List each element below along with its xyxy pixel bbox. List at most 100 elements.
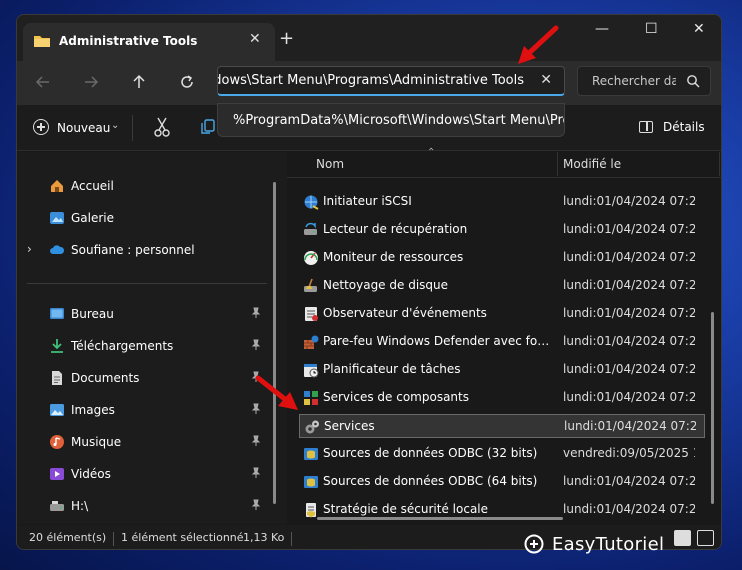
- table-row[interactable]: Moniteur de ressources lundi:01/04/2024 …: [299, 246, 705, 270]
- sidebar-item-label: Documents: [71, 371, 140, 385]
- table-row[interactable]: Services de composants lundi:01/04/2024 …: [299, 386, 705, 410]
- file-name: Lecteur de récupération: [323, 222, 468, 236]
- sidebar-item-musique[interactable]: Musique: [17, 430, 285, 454]
- sidebar-item-images[interactable]: Images: [17, 398, 285, 422]
- suggestion-text: %ProgramData%\Microsoft\Windows\Start Me…: [233, 113, 564, 128]
- maximize-button[interactable]: ☐: [645, 21, 658, 37]
- sidebar-item-bureau[interactable]: Bureau: [17, 302, 285, 326]
- pin-icon[interactable]: [251, 339, 261, 351]
- address-input[interactable]: dows\Start Menu\Programs\Administrative …: [218, 73, 524, 88]
- search-input[interactable]: Rechercher dans Administrative Tools: [592, 74, 676, 88]
- file-date: lundi:01/04/2024 07:22: [563, 278, 695, 292]
- sidebar-scrollbar[interactable]: [273, 182, 276, 504]
- status-divider: [291, 532, 292, 546]
- column-headers: ⌃ Nom Modifié le: [287, 147, 721, 178]
- address-suggestion[interactable]: %ProgramData%\Microsoft\Windows\Start Me…: [217, 103, 565, 137]
- sidebar-item-label: Soufiane : personnel: [71, 243, 195, 257]
- copy-icon[interactable]: [201, 119, 215, 135]
- selection-size: 1,13 Ko: [243, 531, 285, 544]
- file-date: lundi:01/04/2024 07:22: [563, 306, 695, 320]
- firewall-icon: [304, 335, 319, 349]
- table-row[interactable]: Observateur d'événements lundi:01/04/202…: [299, 302, 705, 326]
- address-bar[interactable]: dows\Start Menu\Programs\Administrative …: [217, 66, 565, 96]
- title-bar: Administrative Tools ✕ + — ☐ ✕: [17, 15, 721, 61]
- sidebar-divider: [27, 283, 267, 284]
- sidebar-item-accueil[interactable]: Accueil: [17, 174, 285, 198]
- plus-circle-icon: [33, 119, 49, 135]
- sidebar-item-documents[interactable]: Documents: [17, 366, 285, 390]
- file-date: lundi:01/04/2024 07:22: [563, 362, 695, 376]
- file-name: Stratégie de sécurité locale: [323, 502, 489, 516]
- column-divider[interactable]: [557, 152, 558, 176]
- search-box[interactable]: Rechercher dans Administrative Tools: [577, 66, 711, 96]
- file-name: Nettoyage de disque: [323, 278, 449, 292]
- forward-icon[interactable]: [83, 74, 99, 90]
- table-row[interactable]: Pare-feu Windows Defender avec fonctionn…: [299, 330, 705, 354]
- images-icon: [50, 404, 64, 416]
- file-name: Planificateur de tâches: [323, 362, 461, 376]
- details-pane-icon: [639, 121, 653, 133]
- table-row[interactable]: Sources de données ODBC (32 bits) vendre…: [299, 442, 705, 466]
- minimize-button[interactable]: —: [595, 21, 609, 37]
- chevron-right-icon[interactable]: ›: [27, 242, 32, 256]
- tiles-view-icon[interactable]: [697, 530, 714, 546]
- drive-icon: [50, 501, 64, 511]
- pin-icon[interactable]: [251, 435, 261, 447]
- iscsi-icon: [304, 195, 319, 210]
- annotation-arrow-services: [255, 375, 298, 410]
- sidebar-item-onedrive[interactable]: › Soufiane : personnel: [17, 238, 285, 262]
- file-name: Sources de données ODBC (64 bits): [323, 474, 538, 488]
- sidebar-item-galerie[interactable]: Galerie: [17, 206, 285, 230]
- gallery-icon: [50, 212, 64, 224]
- sidebar-item-label: Vidéos: [71, 467, 111, 481]
- column-header-name[interactable]: Nom: [316, 157, 344, 171]
- clear-address-icon[interactable]: ✕: [540, 72, 552, 88]
- navigation-pane: Accueil Galerie › Soufiane : personnel B…: [17, 152, 287, 524]
- horizontal-scrollbar[interactable]: [317, 517, 563, 520]
- file-date: lundi:01/04/2024 07:22: [563, 334, 695, 348]
- sidebar-item-label: Images: [71, 403, 115, 417]
- details-view-icon[interactable]: [674, 530, 691, 546]
- file-name: Initiateur iSCSI: [323, 194, 412, 208]
- sidebar-item-label: Bureau: [71, 307, 114, 321]
- new-tab-button[interactable]: +: [279, 28, 294, 49]
- file-list: ⌃ Nom Modifié le Initiateur iSCSI lundi:…: [287, 147, 721, 524]
- sidebar-item-drive-h[interactable]: H:\: [17, 494, 285, 518]
- pin-icon[interactable]: [251, 467, 261, 479]
- tab-close-icon[interactable]: ✕: [249, 31, 261, 47]
- sidebar-item-label: Accueil: [71, 179, 114, 193]
- pin-icon[interactable]: [251, 499, 261, 511]
- table-row[interactable]: Sources de données ODBC (64 bits) lundi:…: [299, 470, 705, 494]
- resource-monitor-icon: [304, 251, 318, 265]
- sidebar-item-videos[interactable]: Vidéos: [17, 462, 285, 486]
- tab-administrative-tools[interactable]: Administrative Tools ✕: [23, 23, 275, 61]
- pin-icon[interactable]: [251, 307, 261, 319]
- sidebar-item-label: H:\: [71, 499, 89, 513]
- file-date: lundi:01/04/2024 07:22: [563, 390, 695, 404]
- component-services-icon: [304, 391, 318, 405]
- cut-icon[interactable]: [153, 117, 171, 137]
- column-header-modified[interactable]: Modifié le: [563, 157, 621, 171]
- close-button[interactable]: ✕: [693, 21, 705, 37]
- file-date: lundi:01/04/2024 07:22: [563, 194, 695, 208]
- table-row[interactable]: Planificateur de tâches lundi:01/04/2024…: [299, 358, 705, 382]
- table-row[interactable]: Lecteur de récupération lundi:01/04/2024…: [299, 218, 705, 242]
- table-row[interactable]: Nettoyage de disque lundi:01/04/2024 07:…: [299, 274, 705, 298]
- home-icon: [51, 180, 63, 192]
- table-row[interactable]: Initiateur iSCSI lundi:01/04/2024 07:22: [299, 190, 705, 214]
- recovery-drive-icon: [304, 222, 317, 235]
- file-date: lundi:01/04/2024 07:22: [563, 222, 695, 236]
- table-row-selected[interactable]: Services lundi:01/04/2024 07:22: [299, 414, 705, 438]
- up-icon[interactable]: [131, 74, 147, 90]
- sort-ascending-icon: ⌃: [427, 147, 436, 158]
- back-icon[interactable]: [35, 74, 51, 90]
- refresh-icon[interactable]: [179, 74, 195, 90]
- desktop-icon: [50, 308, 64, 319]
- security-policy-icon: [306, 503, 316, 518]
- file-date: lundi:01/04/2024 07:22: [563, 474, 695, 488]
- column-divider[interactable]: [719, 152, 720, 176]
- music-icon: [50, 435, 64, 449]
- sidebar-item-telechargements[interactable]: Téléchargements: [17, 334, 285, 358]
- status-divider: [113, 532, 114, 546]
- file-list-scrollbar[interactable]: [711, 312, 714, 504]
